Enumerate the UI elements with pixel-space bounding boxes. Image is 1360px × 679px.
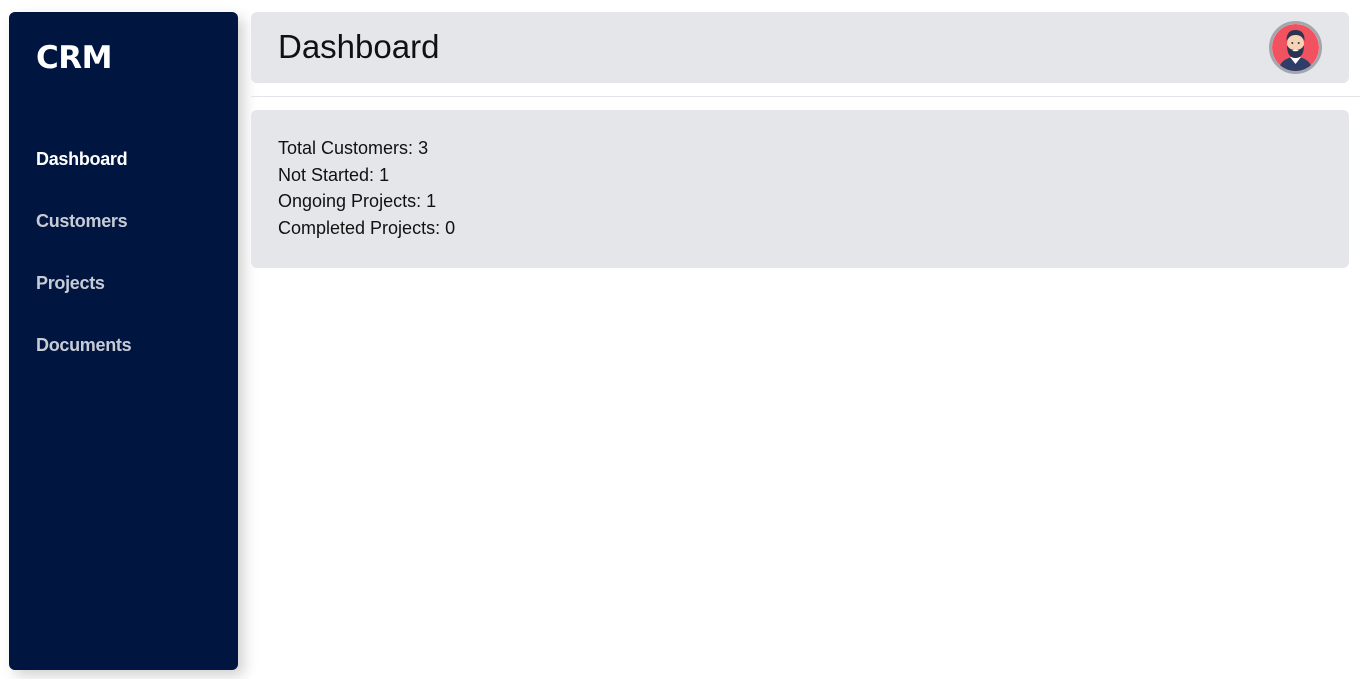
stat-value: 3 bbox=[418, 138, 429, 158]
stat-value: 1 bbox=[379, 164, 390, 185]
sidebar-item-customers[interactable]: Customers bbox=[9, 202, 238, 264]
stat-label: Total Customers: bbox=[278, 138, 414, 158]
header-divider bbox=[251, 96, 1360, 97]
sidebar-item-dashboard[interactable]: Dashboard bbox=[9, 140, 238, 202]
sidebar-item-projects[interactable]: Projects bbox=[9, 264, 238, 326]
stat-value: 0 bbox=[445, 218, 456, 239]
stat-ongoing-projects: Ongoing Projects: 1 bbox=[278, 188, 1322, 215]
avatar[interactable] bbox=[1269, 21, 1322, 74]
stat-label: Not Started: bbox=[278, 164, 375, 185]
page-title: Dashboard bbox=[278, 28, 440, 65]
sidebar: CRM Dashboard Customers Projects Documen… bbox=[9, 12, 238, 670]
sidebar-item-documents[interactable]: Documents bbox=[9, 326, 238, 388]
user-avatar-icon bbox=[1272, 24, 1319, 71]
stat-completed-projects: Completed Projects: 0 bbox=[278, 215, 1322, 242]
stat-total-customers: Total Customers: 3 bbox=[278, 135, 1322, 162]
top-bar: Dashboard bbox=[251, 12, 1349, 83]
stat-not-started: Not Started: 1 bbox=[278, 162, 1322, 189]
sidebar-nav: Dashboard Customers Projects Documents bbox=[9, 140, 238, 388]
stats-card: Total Customers: 3 Not Started: 1 Ongoin… bbox=[251, 110, 1349, 268]
stat-label: Completed Projects: bbox=[278, 218, 441, 239]
stat-value: 1 bbox=[426, 191, 437, 212]
stat-label: Ongoing Projects: bbox=[278, 191, 422, 212]
brand-logo[interactable]: CRM bbox=[36, 38, 112, 78]
